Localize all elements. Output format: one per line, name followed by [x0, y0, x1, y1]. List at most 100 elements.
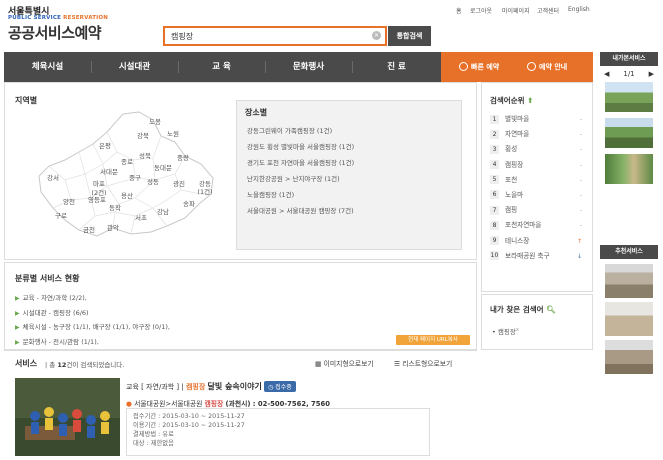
recommend-thumb[interactable]: [605, 264, 653, 298]
service-title[interactable]: 교육 [ 자연/과학 ] | 캠핑장 달빛 숲속이야기 ◷ 접수중: [126, 381, 296, 392]
util-link-help[interactable]: 고객센터: [537, 6, 559, 15]
remove-icon[interactable]: x: [516, 327, 519, 333]
recent-thumb[interactable]: [605, 154, 653, 184]
search-button[interactable]: 통합검색: [388, 26, 431, 46]
svg-text:강북: 강북: [137, 131, 149, 140]
detail-payment: 결제방법 : 유료: [133, 431, 174, 438]
rank-item[interactable]: 9 테니스장 ↑: [490, 234, 588, 249]
place-panel: 장소별 강동그린웨이 가족캠핑장 (1건) 강원도 횡성 별빛마을 서울캠핑장 …: [236, 100, 462, 250]
svg-text:노원: 노원: [167, 129, 179, 138]
recommend-title: 추천서비스: [600, 245, 658, 259]
detail-target: 대상 : 제한없음: [133, 440, 174, 447]
place-item[interactable]: 경기도 포천 자연마을 서울캠핑장 (1건): [247, 157, 354, 167]
my-search-title: 내가 찾은 검색어 🔍︎: [490, 305, 556, 314]
place-title: 장소별: [245, 108, 268, 117]
search-box: ✕: [163, 26, 387, 46]
svg-text:용산: 용산: [121, 191, 133, 200]
rank-item[interactable]: 2 자연마을 -: [490, 127, 588, 142]
place-item[interactable]: 노을캠핑장 (1건): [247, 189, 354, 199]
rank-item[interactable]: 6 노을마 -: [490, 188, 588, 203]
nav-item-medical[interactable]: 진 료: [352, 52, 441, 82]
question-circle-icon: [527, 61, 536, 71]
rank-item[interactable]: 5 포천 -: [490, 173, 588, 188]
magnifier-icon: 🔍︎: [546, 305, 556, 314]
place-item[interactable]: 난지한강공원 > 난지야구장 (1건): [247, 173, 354, 183]
rank-item[interactable]: 1 별빛마을 -: [490, 112, 588, 127]
svg-text:동대문: 동대문: [154, 164, 172, 172]
location-icon: ●: [126, 400, 132, 408]
divider: [4, 350, 477, 351]
svg-text:중랑: 중랑: [177, 154, 189, 162]
detail-usage: 이용기간 : 2015-03-10 ~ 2015-11-27: [133, 422, 245, 429]
nav-item-culture[interactable]: 문화행사: [265, 52, 352, 82]
category-item[interactable]: ▶ 교육 - 자연/과학 (2/2),: [15, 292, 170, 302]
svg-text:서초: 서초: [135, 213, 147, 222]
util-link-mypage[interactable]: 마이페이지: [502, 6, 530, 15]
recent-services: 내가본서비스 ◀ 1/1 ▶: [600, 52, 658, 184]
service-photo[interactable]: [15, 378, 120, 456]
triangle-right-icon: ▶: [15, 295, 20, 302]
grid-icon: ▦: [315, 360, 322, 368]
rank-title: 검색어순위 ⬆: [490, 96, 534, 105]
recommend-thumb[interactable]: [605, 302, 653, 336]
util-link-english[interactable]: English: [568, 6, 590, 13]
rank-item[interactable]: 10 보라매공원 축구 ↓: [490, 249, 588, 264]
rank-item[interactable]: 3 횡성 -: [490, 142, 588, 157]
svg-text:강서: 강서: [47, 173, 59, 182]
clear-icon[interactable]: ✕: [372, 31, 381, 40]
place-item[interactable]: 강동그린웨이 가족캠핑장 (1건): [247, 125, 354, 135]
up-arrow-icon: ⬆: [527, 96, 534, 105]
svg-text:서대문: 서대문: [100, 167, 118, 176]
quick-reserve-link[interactable]: 빠른 예약: [459, 52, 499, 82]
search-input[interactable]: [165, 28, 365, 44]
util-link-logout[interactable]: 로그아웃: [470, 6, 492, 15]
svg-text:중구: 중구: [129, 174, 141, 182]
seoul-district-map[interactable]: 도봉 강북 노원 은평 성북 중랑 종로 동대문 서대문 마포 (2건) 중구 …: [35, 108, 225, 243]
triangle-right-icon: ▶: [15, 309, 20, 317]
services-count: | 총 12건이 검색되었습니다.: [45, 361, 125, 369]
service-details: 접수기간 : 2015-03-10 ~ 2015-11-27 이용기간 : 20…: [126, 408, 430, 456]
svg-text:송파: 송파: [183, 199, 195, 208]
util-link-home[interactable]: 홈: [456, 6, 462, 15]
triangle-right-icon: ▶: [15, 324, 20, 331]
nav-item-education[interactable]: 교 육: [178, 52, 265, 82]
category-title: 분류별 서비스 현황: [15, 274, 80, 283]
region-title: 지역별: [15, 96, 38, 105]
rank-list: 1 별빛마을 - 2 자연마을 - 3 횡성 - 4 캠핑장 - 5 포천 - 6 노을마 - 7 캠핑 -…: [490, 112, 588, 264]
view-image-button[interactable]: ▦ 이미지형으로보기: [315, 358, 374, 368]
site-title[interactable]: 공공서비스예약: [8, 22, 102, 43]
recent-thumb[interactable]: [605, 118, 653, 148]
arrow-circle-icon: [459, 61, 468, 71]
place-item[interactable]: 강원도 횡성 별빛마을 서울캠핑장 (1건): [247, 141, 354, 151]
my-search-item[interactable]: • 캠핑장x: [492, 326, 519, 336]
svg-text:성동: 성동: [147, 177, 159, 186]
nav-item-rental[interactable]: 시설대관: [91, 52, 178, 82]
recent-thumb[interactable]: [605, 82, 653, 112]
main-nav: 체육시설 시설대관 교 육 문화행사 진 료: [4, 52, 441, 82]
view-list-button[interactable]: ☰ 리스트형으로보기: [394, 358, 452, 368]
svg-text:양천: 양천: [63, 197, 75, 206]
triangle-right-icon: ▶: [15, 338, 20, 346]
nav-item-sports[interactable]: 체육시설: [4, 52, 91, 82]
prev-arrow-icon[interactable]: ◀: [604, 70, 609, 78]
service-location: ● 서울대공원>서울대공원 캠핑장 (과천시) : 02-500-7562, 7…: [126, 400, 330, 408]
category-item[interactable]: ▶ 문화행사 - 전시/관람 (1/1),: [15, 336, 170, 346]
copy-url-button[interactable]: 현재 페이지 URL복사: [396, 335, 470, 345]
category-item[interactable]: ▶ 시설대관 - 캠핑장 (6/6): [15, 307, 170, 317]
svg-text:성북: 성북: [139, 151, 151, 160]
category-item[interactable]: ▶ 체육시설 - 농구장 (1/1), 배구장 (1/1), 야구장 (0/1),: [15, 321, 170, 331]
svg-text:종로: 종로: [121, 158, 133, 166]
reserve-guide-link[interactable]: 예약 안내: [527, 52, 567, 82]
clock-icon: ◷: [268, 384, 274, 391]
rank-item[interactable]: 7 캠핑 -: [490, 203, 588, 218]
place-item[interactable]: 서울대공원 > 서울대공원 캠핑장 (7건): [247, 205, 354, 215]
rank-item[interactable]: 4 캠핑장 -: [490, 158, 588, 173]
svg-text:마포: 마포: [93, 179, 105, 188]
next-arrow-icon[interactable]: ▶: [649, 70, 654, 78]
svg-text:광진: 광진: [173, 179, 185, 188]
recent-pager: 1/1: [623, 70, 635, 78]
recommend-thumb[interactable]: [605, 340, 653, 374]
rank-item[interactable]: 8 포천자연마을 -: [490, 218, 588, 233]
svg-text:영등포: 영등포: [88, 195, 106, 204]
list-icon: ☰: [394, 360, 401, 368]
